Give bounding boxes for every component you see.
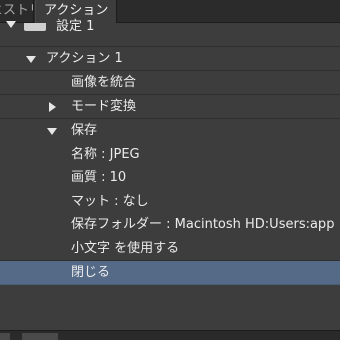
- step-label: 画像を統合: [71, 75, 137, 90]
- save-detail-row: 小文字 を使用する: [0, 237, 340, 261]
- expand-triangle-icon[interactable]: [47, 128, 57, 135]
- step-row-flatten[interactable]: 画像を統合: [0, 71, 340, 95]
- save-detail-label: 保存フォルダー : Macintosh HD:Users:app: [71, 217, 335, 232]
- collapsed-triangle-icon[interactable]: [49, 102, 56, 112]
- action-row[interactable]: アクション 1: [0, 47, 340, 71]
- action-set-row[interactable]: 設定 1: [0, 19, 340, 47]
- tab-history-label: ヒストリー: [0, 3, 33, 18]
- folder-icon: [24, 23, 46, 31]
- save-detail-row: マット : なし: [0, 190, 340, 214]
- action-list: 設定 1 アクション 1 画像を統合 モード変換 保存 名称 : JPEG 画質…: [0, 19, 340, 285]
- action-label: アクション 1: [46, 51, 123, 66]
- save-detail-label: 画質 : 10: [71, 170, 127, 185]
- step-row-close[interactable]: 閉じる: [0, 260, 340, 285]
- step-label: 保存: [71, 123, 98, 138]
- panel-tab-bar: ヒストリー アクション: [0, 0, 340, 23]
- save-detail-label: 名称 : JPEG: [71, 146, 140, 162]
- save-detail-row: 保存フォルダー : Macintosh HD:Users:app: [0, 213, 340, 237]
- save-detail-label: マット : なし: [71, 193, 149, 209]
- bottom-tab[interactable]: [22, 333, 58, 340]
- actions-panel: ヒストリー アクション 設定 1 アクション 1 画像を統合 モード変換 保存: [0, 0, 340, 340]
- bottom-tab[interactable]: [0, 333, 10, 340]
- save-detail-row: 画質 : 10: [0, 166, 340, 190]
- save-detail-label: 小文字 を使用する: [71, 240, 180, 256]
- tab-history[interactable]: ヒストリー: [0, 0, 34, 22]
- action-set-label: 設定 1: [56, 19, 95, 34]
- step-label: 閉じる: [71, 264, 111, 280]
- save-detail-row: 名称 : JPEG: [0, 143, 340, 167]
- step-label: モード変換: [71, 99, 137, 114]
- panel-bottom-bar: [0, 330, 340, 340]
- expand-triangle-icon[interactable]: [26, 56, 36, 63]
- step-row-save[interactable]: 保存: [0, 119, 340, 143]
- expand-triangle-icon[interactable]: [6, 21, 16, 28]
- step-row-mode-convert[interactable]: モード変換: [0, 95, 340, 119]
